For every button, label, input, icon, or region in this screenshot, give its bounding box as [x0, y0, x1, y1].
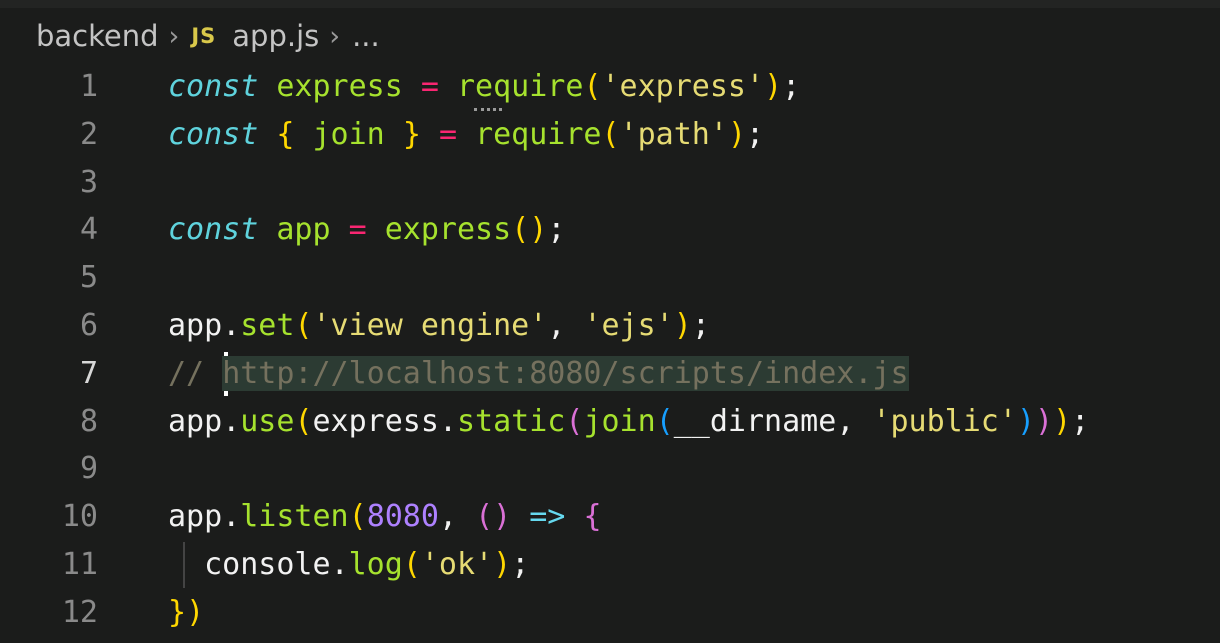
code-line[interactable]: 6 app.set('view engine', 'ejs'); — [0, 303, 1220, 349]
breadcrumb-folder[interactable]: backend — [36, 19, 159, 53]
line-number: 7 — [79, 355, 98, 391]
code-line[interactable]: 12}) — [0, 590, 1220, 636]
breadcrumb-more[interactable]: ... — [352, 19, 380, 53]
line-number: 8 — [79, 403, 98, 439]
code-text[interactable]: const app = express(); — [168, 207, 565, 253]
line-number: 1 — [79, 69, 98, 104]
code-text[interactable]: app.use(express.static(join(__dirname, '… — [168, 399, 1089, 445]
code-line[interactable]: 11 console.log('ok'); — [0, 542, 1220, 588]
code-line[interactable]: 4 const app = express(); — [0, 207, 1220, 253]
line-number: 6 — [79, 308, 98, 343]
code-text[interactable]: const express = require('express'); — [168, 64, 800, 110]
breadcrumb: backend › JS app.js › ... — [36, 16, 380, 56]
line-number: 9 — [79, 451, 98, 487]
code-text[interactable]: app.listen(8080, () => { — [168, 494, 602, 540]
code-line[interactable]: 9 — [0, 446, 1220, 492]
code-line[interactable]: 10 app.listen(8080, () => { — [0, 494, 1220, 540]
line-number: 12 — [61, 594, 98, 630]
code-text[interactable]: }) — [168, 590, 204, 636]
code-text[interactable]: console.log('ok'); — [168, 542, 529, 588]
code-line[interactable]: 2 const { join } = require('path'); — [0, 112, 1220, 158]
code-text[interactable]: const { join } = require('path'); — [168, 112, 764, 158]
code-text[interactable]: app.set('view engine', 'ejs'); — [168, 303, 710, 349]
code-line[interactable]: 3 — [0, 160, 1220, 206]
title-strip — [0, 0, 1220, 8]
line-number: 10 — [61, 499, 98, 535]
line-number: 5 — [79, 260, 98, 296]
javascript-file-icon: JS — [191, 24, 217, 48]
line-number: 3 — [79, 164, 98, 200]
breadcrumb-file[interactable]: app.js — [232, 19, 319, 53]
code-line[interactable]: 5 — [0, 255, 1220, 301]
code-line[interactable]: 7 // http://localhost:8080/scripts/index.… — [0, 351, 1220, 397]
line-number: 2 — [79, 116, 98, 152]
code-text[interactable]: // http://localhost:8080/scripts/index.j… — [168, 351, 909, 397]
code-line[interactable]: 1 const express = require('express'); — [0, 64, 1220, 110]
line-number: 11 — [61, 547, 98, 582]
code-line[interactable]: 8 app.use(express.static(join(__dirname, … — [0, 399, 1220, 445]
chevron-right-icon: › — [168, 20, 180, 52]
chevron-right-icon: › — [329, 20, 341, 52]
editor-window: { "breadcrumb": { "folder": "backend", "… — [0, 0, 1220, 643]
line-number: 4 — [79, 212, 98, 248]
